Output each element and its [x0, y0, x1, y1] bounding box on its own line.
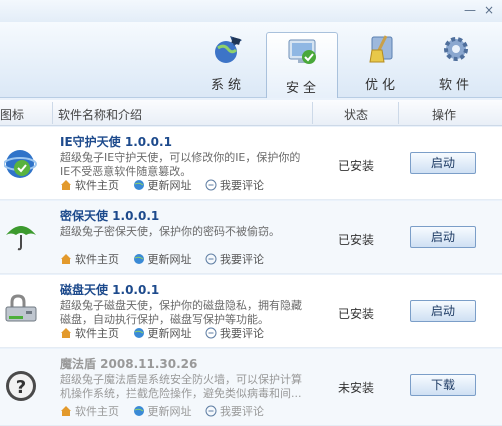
item-links: 软件主页 更新网址 我要评论 — [60, 403, 274, 419]
comment-icon — [205, 179, 217, 191]
comment-icon — [205, 253, 217, 265]
tab-software[interactable]: 软件 — [424, 30, 488, 96]
home-icon — [61, 406, 71, 416]
item-links: 软件主页 更新网址 我要评论 — [60, 251, 274, 267]
list-header: 图标 软件名称和介绍 状态 操作 — [0, 100, 502, 126]
home-link[interactable]: 软件主页 — [60, 325, 119, 341]
launch-button[interactable]: 启动 — [410, 152, 476, 174]
home-link-label: 软件主页 — [75, 179, 119, 192]
update-link[interactable]: 更新网址 — [133, 325, 192, 341]
item-title: 密保天使 1.0.0.1 — [60, 209, 160, 223]
item-description: 超级兔子IE守护天使，可以修改你的IE，保护你的IE不受恶意软件随意篡改。 — [60, 151, 301, 178]
tab-software-label: 软件 — [438, 78, 473, 93]
gear-icon — [444, 37, 468, 61]
list-item: ? 魔法盾 2008.11.30.26 超级兔子魔法盾是系统安全防火墙，可以保护… — [0, 349, 502, 426]
launch-button[interactable]: 启动 — [410, 226, 476, 248]
list-item: IE守护天使 1.0.0.1 超级兔子IE守护天使，可以修改你的IE，保护你的I… — [0, 127, 502, 200]
launch-button[interactable]: 启动 — [410, 300, 476, 322]
globe-icon — [215, 36, 242, 63]
minimize-button[interactable]: — — [462, 3, 478, 17]
status-text: 已安装 — [338, 159, 375, 173]
tab-system-label: 系统 — [210, 78, 245, 93]
globe-link-icon — [133, 180, 144, 190]
update-link-label: 更新网址 — [147, 179, 192, 192]
home-icon — [61, 254, 71, 264]
tab-optimize[interactable]: 优化 — [350, 30, 414, 96]
review-link[interactable]: 我要评论 — [205, 403, 264, 419]
header-icon: 图标 — [0, 108, 25, 122]
update-link[interactable]: 更新网址 — [133, 251, 192, 267]
home-link-label: 软件主页 — [75, 253, 119, 266]
home-link[interactable]: 软件主页 — [60, 177, 119, 193]
update-link-label: 更新网址 — [147, 253, 192, 266]
svg-text:?: ? — [16, 377, 26, 398]
review-link-label: 我要评论 — [220, 405, 264, 418]
tab-security[interactable]: 安全 — [266, 32, 338, 98]
header-status: 状态 — [344, 108, 369, 122]
update-link[interactable]: 更新网址 — [133, 177, 192, 193]
title-bar: — × — [0, 0, 502, 22]
tab-system[interactable]: 系统 — [196, 30, 260, 96]
home-link[interactable]: 软件主页 — [60, 251, 119, 267]
item-title: IE守护天使 1.0.0.1 — [60, 135, 172, 149]
globe-link-icon — [133, 328, 144, 338]
download-button[interactable]: 下载 — [410, 374, 476, 396]
review-link[interactable]: 我要评论 — [205, 251, 264, 267]
home-icon — [61, 328, 71, 338]
item-links: 软件主页 更新网址 我要评论 — [60, 177, 274, 193]
item-description: 超级兔子密保天使，保护你的密码不被偷窃。 — [60, 225, 280, 238]
review-link-label: 我要评论 — [220, 253, 264, 266]
status-text: 已安装 — [338, 233, 375, 247]
item-title: 魔法盾 2008.11.30.26 — [60, 357, 198, 371]
review-link[interactable]: 我要评论 — [205, 177, 264, 193]
status-text: 已安装 — [338, 307, 375, 321]
umbrella-icon — [6, 226, 36, 251]
update-link-label: 更新网址 — [147, 405, 192, 418]
review-link-label: 我要评论 — [220, 327, 264, 340]
comment-icon — [205, 405, 217, 417]
broom-icon — [369, 35, 393, 63]
review-link-label: 我要评论 — [220, 179, 264, 192]
item-description: 超级兔子魔法盾是系统安全防火墙，可以保护计算机操作系统，拦截危险操作，避免类似病… — [60, 373, 302, 400]
ie-shield-icon — [4, 150, 37, 178]
comment-icon — [205, 327, 217, 339]
header-name: 软件名称和介绍 — [58, 108, 143, 122]
home-icon — [61, 180, 71, 190]
update-link[interactable]: 更新网址 — [133, 403, 192, 419]
disk-lock-icon — [5, 294, 37, 322]
globe-link-icon — [133, 254, 144, 264]
list-item: 磁盘天使 1.0.0.1 超级兔子磁盘天使，保护你的磁盘隐私，拥有隐藏磁盘，自动… — [0, 275, 502, 348]
item-description: 超级兔子磁盘天使，保护你的磁盘隐私，拥有隐藏磁盘，自动执行保护，磁盘写保护等功能… — [60, 299, 302, 326]
tab-optimize-label: 优化 — [364, 78, 399, 93]
update-link-label: 更新网址 — [147, 327, 192, 340]
tab-security-label: 安全 — [285, 81, 320, 96]
home-link-label: 软件主页 — [75, 327, 119, 340]
question-icon: ? — [6, 371, 36, 401]
review-link[interactable]: 我要评论 — [205, 325, 264, 341]
toolbar: 系统 安全 优化 软件 — [0, 22, 502, 98]
close-button[interactable]: × — [481, 3, 497, 17]
item-links: 软件主页 更新网址 我要评论 — [60, 325, 274, 341]
item-title: 磁盘天使 1.0.0.1 — [60, 283, 160, 297]
home-link[interactable]: 软件主页 — [60, 403, 119, 419]
shield-monitor-icon — [288, 39, 316, 64]
globe-link-icon — [133, 406, 144, 416]
header-action: 操作 — [432, 108, 457, 122]
home-link-label: 软件主页 — [75, 405, 119, 418]
status-text: 未安装 — [338, 381, 375, 395]
list-item: 密保天使 1.0.0.1 超级兔子密保天使，保护你的密码不被偷窃。 软件主页 更… — [0, 201, 502, 274]
